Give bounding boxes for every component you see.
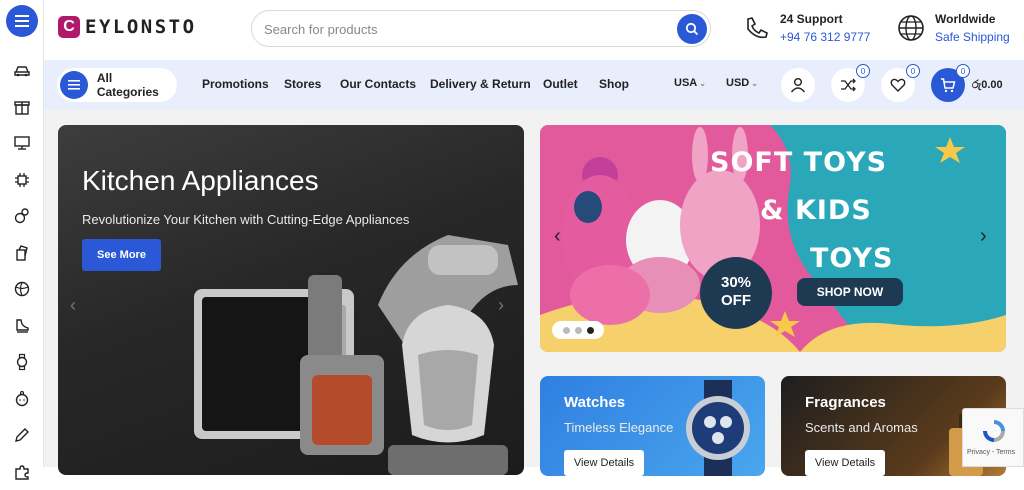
promo-line-1: SOFT TOYS — [710, 147, 887, 178]
toys-icon[interactable] — [0, 198, 44, 235]
menu-icon — [60, 71, 88, 99]
main-content: Kitchen Appliances Revolutionize Your Ki… — [44, 110, 1024, 467]
hero-title: Kitchen Appliances — [82, 165, 319, 197]
nav-stores[interactable]: Stores — [284, 77, 321, 91]
country-value: USA — [674, 77, 697, 89]
search-button[interactable] — [677, 14, 707, 44]
phone-support-icon — [742, 14, 770, 42]
chevron-down-icon: ⌄ — [699, 79, 706, 88]
wishlist-button[interactable]: 0 — [881, 68, 915, 102]
fragrances-view-details-button[interactable]: View Details — [805, 450, 885, 476]
all-categories-button[interactable]: All Categories — [57, 68, 177, 102]
currency-selector[interactable]: USD⌄ — [726, 77, 758, 89]
hero-next-arrow-icon[interactable]: › — [498, 295, 504, 316]
compare-button[interactable]: 0 — [831, 68, 865, 102]
all-categories-label: All Categories — [97, 71, 177, 99]
promo-line-2: & KIDS — [760, 195, 872, 226]
site-logo[interactable]: C EYLONSTO — [58, 16, 197, 38]
watch-product-image — [680, 380, 756, 476]
puzzle-icon[interactable] — [0, 454, 44, 490]
cart-icon — [940, 77, 956, 93]
watches-tile[interactable]: Watches Timeless Elegance View Details — [540, 376, 765, 476]
monitor-icon[interactable] — [0, 125, 44, 162]
globe-icon — [897, 14, 925, 42]
left-sidebar — [0, 0, 44, 467]
discount-off: OFF — [700, 292, 772, 310]
promo-prev-arrow-icon[interactable]: ‹ — [554, 225, 561, 248]
kitchen-appliances-image — [188, 225, 524, 475]
discount-percent: 30% — [700, 274, 772, 292]
chip-icon[interactable] — [0, 162, 44, 199]
nav-shop[interactable]: Shop — [599, 77, 629, 91]
support-info: 24 Support +94 76 312 9777 — [742, 10, 870, 46]
cart-count-badge: 0 — [956, 64, 970, 78]
shop-now-button[interactable]: SHOP NOW — [797, 278, 903, 306]
search-input[interactable] — [264, 19, 664, 39]
chevron-down-icon: ⌄ — [751, 79, 758, 88]
promo-next-arrow-icon[interactable]: › — [980, 225, 987, 248]
search-icon — [685, 22, 699, 36]
watches-title: Watches — [564, 394, 625, 411]
user-icon — [790, 77, 806, 93]
recaptcha-badge[interactable]: Privacy - Terms — [962, 408, 1024, 467]
top-header: C EYLONSTO 24 Support +94 76 312 9777 Wo… — [44, 0, 1024, 60]
hamburger-icon — [15, 15, 29, 27]
hero-prev-arrow-icon[interactable]: ‹ — [70, 295, 76, 316]
wishlist-count-badge: 0 — [906, 64, 920, 78]
category-icon-list — [0, 52, 44, 490]
slide-dot-1[interactable] — [563, 327, 570, 334]
watches-subtitle: Timeless Elegance — [564, 420, 673, 435]
promo-line-3: TOYS — [810, 243, 893, 274]
grocery-icon[interactable] — [0, 235, 44, 272]
hamburger-menu-button[interactable] — [6, 5, 38, 37]
fragrances-title: Fragrances — [805, 394, 886, 411]
country-selector[interactable]: USA⌄ — [674, 77, 706, 89]
cart-button[interactable]: 0 — [931, 68, 965, 102]
account-button[interactable] — [781, 68, 815, 102]
support-phone-link[interactable]: +94 76 312 9777 — [780, 28, 870, 46]
nav-delivery-return[interactable]: Delivery & Return — [430, 77, 531, 91]
main-navbar: All Categories Promotions Stores Our Con… — [44, 60, 1024, 110]
heart-icon — [890, 77, 906, 93]
nav-outlet[interactable]: Outlet — [543, 77, 578, 91]
compare-count-badge: 0 — [856, 64, 870, 78]
nav-our-contacts[interactable]: Our Contacts — [340, 77, 416, 91]
logo-mark: C — [58, 16, 80, 38]
slider-pagination — [552, 321, 604, 339]
nav-promotions[interactable]: Promotions — [202, 77, 269, 91]
support-title: 24 Support — [780, 10, 870, 28]
logo-text: EYLONSTO — [85, 16, 197, 38]
see-more-button[interactable]: See More — [82, 239, 161, 271]
shipping-link[interactable]: Safe Shipping — [935, 28, 1010, 46]
search-bar — [251, 10, 711, 47]
baby-icon[interactable] — [0, 381, 44, 418]
promo-banner-toys[interactable]: SOFT TOYS & KIDS TOYS 30% OFF SHOP NOW ‹… — [540, 125, 1006, 352]
slide-dot-2[interactable] — [575, 327, 582, 334]
watch-icon[interactable] — [0, 344, 44, 381]
gift-box-icon[interactable] — [0, 89, 44, 126]
shoe-icon[interactable] — [0, 308, 44, 345]
slide-dot-3-active[interactable] — [587, 327, 594, 334]
pencil-icon[interactable] — [0, 417, 44, 454]
car-icon[interactable] — [0, 52, 44, 89]
hero-banner-kitchen[interactable]: Kitchen Appliances Revolutionize Your Ki… — [58, 125, 524, 475]
shipping-title: Worldwide — [935, 10, 1010, 28]
recaptcha-logo-icon — [980, 417, 1008, 445]
shipping-info: Worldwide Safe Shipping — [897, 10, 1010, 46]
currency-value: USD — [726, 77, 749, 89]
shuffle-compare-icon — [840, 77, 856, 93]
cart-total[interactable]: රු0.00 — [972, 79, 1003, 92]
fragrances-subtitle: Scents and Aromas — [805, 420, 918, 435]
sports-ball-icon[interactable] — [0, 271, 44, 308]
hero-subtitle: Revolutionize Your Kitchen with Cutting-… — [82, 212, 409, 227]
watches-view-details-button[interactable]: View Details — [564, 450, 644, 476]
recaptcha-text[interactable]: Privacy - Terms — [967, 449, 1015, 456]
discount-badge: 30% OFF — [700, 257, 772, 329]
